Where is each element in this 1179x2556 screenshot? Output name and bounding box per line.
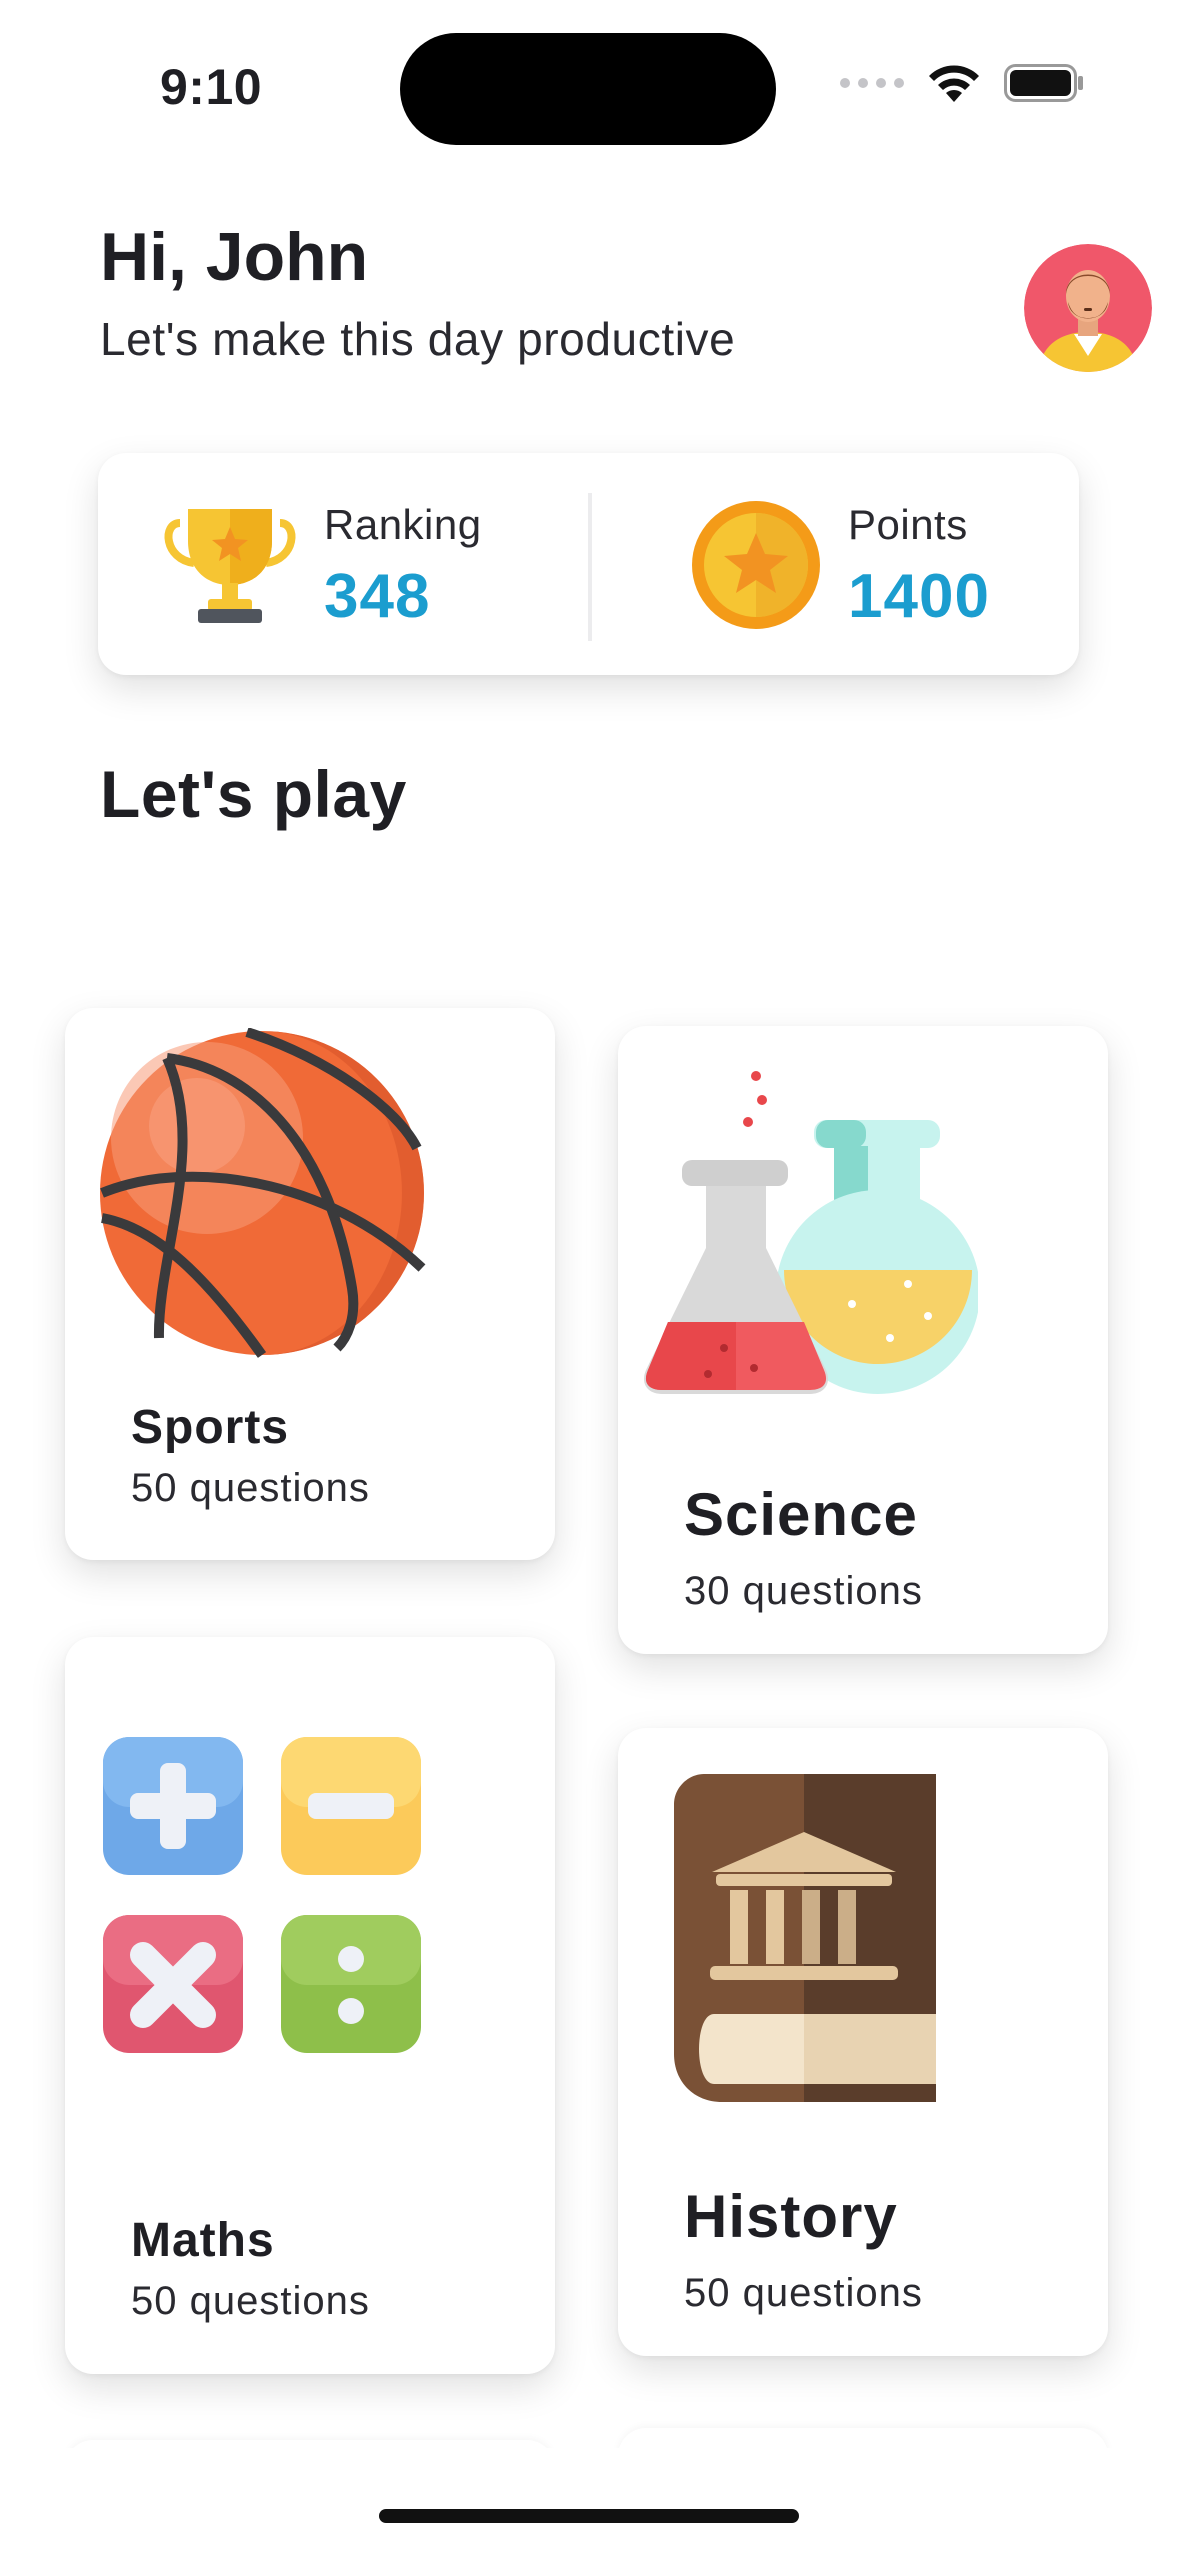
coin-icon: [692, 501, 820, 629]
dynamic-island: [400, 33, 776, 145]
category-question-count: 50 questions: [684, 2271, 923, 2315]
wifi-icon: [929, 65, 979, 102]
points-label: Points: [848, 501, 968, 548]
flasks-icon: [643, 1071, 978, 1394]
status-icons: [840, 62, 1084, 104]
section-title: Let's play: [100, 757, 407, 831]
category-title: Science: [684, 1481, 918, 1548]
category-title: Maths: [131, 2214, 275, 2267]
greeting-title: Hi, John: [100, 219, 369, 295]
category-card-history[interactable]: History 50 questions: [618, 1728, 1108, 2356]
home-indicator[interactable]: [379, 2509, 799, 2523]
cellular-signal-icon: [840, 78, 904, 88]
user-avatar-icon: [1024, 244, 1152, 372]
greeting-subtitle: Let's make this day productive: [100, 313, 736, 365]
math-operators-icon: [103, 1737, 421, 2053]
category-question-count: 50 questions: [131, 2279, 370, 2323]
points-value: 1400: [848, 562, 990, 631]
ranking-label: Ranking: [324, 501, 482, 548]
status-time: 9:10: [160, 59, 263, 115]
stats-divider: [588, 493, 592, 641]
category-title: History: [684, 2183, 898, 2250]
history-book-icon: [674, 1774, 936, 2102]
category-question-count: 30 questions: [684, 1569, 923, 1613]
avatar[interactable]: [1024, 244, 1152, 372]
battery-icon: [1004, 64, 1083, 102]
ranking-value: 348: [324, 562, 431, 631]
category-question-count: 50 questions: [131, 1466, 370, 1510]
basketball-icon: [100, 1028, 426, 1358]
bottom-safe-area: [0, 2448, 1179, 2556]
stats-card: Ranking 348 Points 1400: [98, 453, 1079, 675]
category-title: Sports: [131, 1401, 290, 1454]
category-card-sports[interactable]: Sports 50 questions: [65, 1008, 555, 1560]
category-card-maths[interactable]: Maths 50 questions: [65, 1637, 555, 2374]
trophy-icon: [164, 509, 296, 623]
category-card-science[interactable]: Science 30 questions: [618, 1026, 1108, 1654]
